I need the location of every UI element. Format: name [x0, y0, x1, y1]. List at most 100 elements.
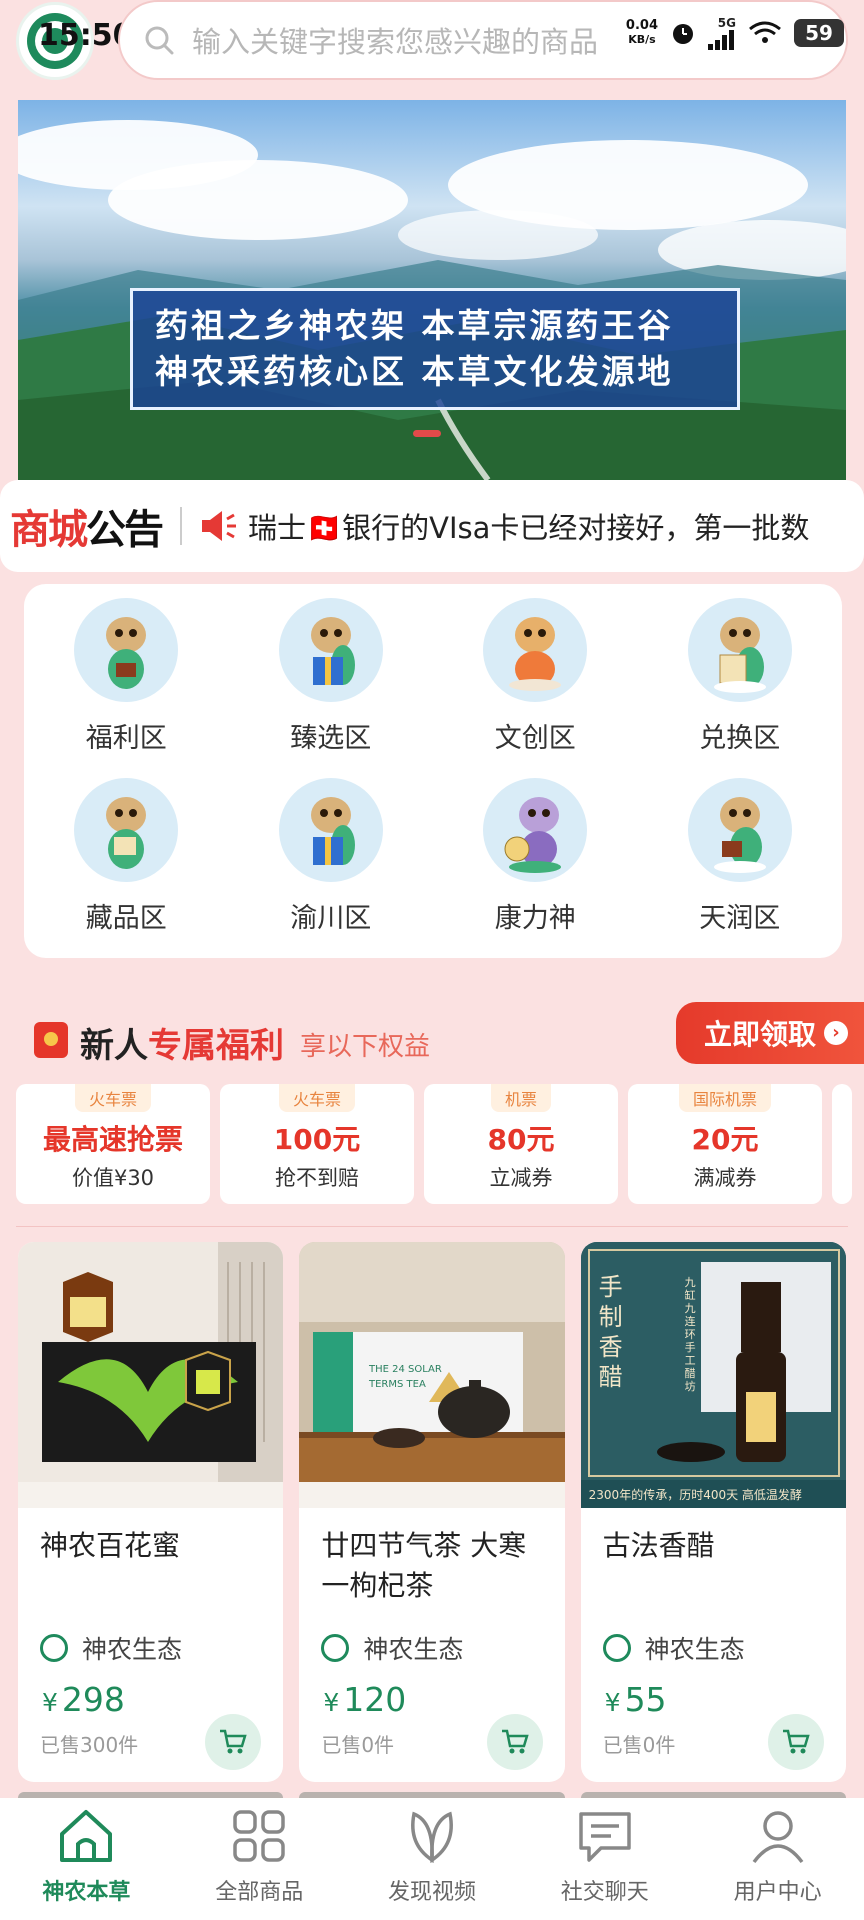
category-label: 臻选区	[290, 723, 372, 754]
add-to-cart-button[interactable]	[767, 1714, 824, 1770]
claim-now-button[interactable]: 立即领取 ›	[676, 1002, 864, 1064]
nav-label: 社交聊天	[560, 1880, 649, 1905]
coupon-tag: 机票	[490, 1084, 551, 1112]
add-to-cart-button[interactable]	[205, 1714, 262, 1770]
category-label: 福利区	[85, 723, 167, 754]
user-icon	[752, 1811, 803, 1864]
signal-indicator: 5G	[708, 16, 736, 50]
coupon-desc: 立减券	[489, 1166, 553, 1190]
speaker-icon	[202, 511, 236, 541]
coupon-card[interactable]: 国际机票 20元 满减券	[628, 1084, 822, 1204]
dragon-scroll-icon	[687, 598, 792, 702]
dragon-mascot-icon	[74, 778, 179, 882]
category-item-wenchuang[interactable]: 文创区	[433, 598, 638, 776]
nav-label: 用户中心	[733, 1880, 822, 1905]
coupon-card[interactable]: 机票 80元 立减券	[424, 1084, 618, 1204]
category-item-kanglishen[interactable]: 康力神	[433, 778, 638, 956]
product-image-vinegar: 手制香醋 九缸九连环手工醋坊 2300年的传承，历时400天 高低温发酵	[580, 1242, 846, 1508]
product-price: ¥55	[604, 1680, 667, 1719]
battery-indicator: 59	[794, 19, 844, 47]
product-name: 廿四节气茶 大寒一枸杞茶	[321, 1529, 527, 1602]
nav-item-all-products[interactable]: 全部商品	[173, 1798, 346, 1920]
dragon-gift-icon	[278, 778, 383, 882]
nav-item-social-chat[interactable]: 社交聊天	[518, 1798, 691, 1920]
leaf-icon	[411, 1811, 453, 1864]
banner-slogan-line-2: 神农采药核心区 本草文化发源地	[155, 352, 674, 391]
cart-icon	[501, 1729, 529, 1754]
search-icon	[145, 26, 174, 55]
chevron-right-icon: ›	[824, 1021, 849, 1045]
product-card[interactable]: 手制香醋 九缸九连环手工醋坊 2300年的传承，历时400天 高低温发酵 古法香…	[580, 1242, 846, 1782]
search-placeholder: 输入关键字搜索您感兴趣的商品	[192, 25, 599, 59]
notice-divider	[180, 507, 182, 545]
vinegar-brand-text: 手制香醋	[598, 1273, 623, 1391]
status-icons: 0.04 KB/s 5G 59	[626, 16, 844, 50]
coupon-value: 最高速抢票	[42, 1123, 183, 1156]
dragon-mascot-icon	[483, 598, 588, 702]
banner-page-indicator	[413, 430, 441, 437]
coupon-card[interactable]: 火车票 100元 抢不到赔	[220, 1084, 414, 1204]
gift-icon	[34, 1022, 68, 1058]
category-item-cangpin[interactable]: 藏品区	[24, 778, 229, 956]
nav-item-discover-video[interactable]: 发现视频	[346, 1798, 519, 1920]
newbie-benefits-header: 新人专属福利 享以下权益 立即领取 ›	[0, 1000, 864, 1080]
hero-banner[interactable]: 药祖之乡神农架 本草宗源药王谷 神农采药核心区 本草文化发源地	[18, 100, 846, 480]
vinegar-caption: 2300年的传承，历时400天 高低温发酵	[588, 1488, 802, 1502]
product-shop[interactable]: 神农生态	[581, 1630, 846, 1666]
nav-label: 发现视频	[387, 1880, 476, 1905]
category-item-zhenxuan[interactable]: 臻选区	[229, 598, 434, 776]
nav-item-user-center[interactable]: 用户中心	[691, 1798, 864, 1920]
coupon-tag: 火车票	[278, 1084, 355, 1112]
newbie-subtitle: 享以下权益	[300, 1032, 431, 1062]
product-image-honey	[18, 1242, 284, 1508]
product-price: ¥120	[323, 1680, 407, 1719]
newbie-title: 新人专属福利	[80, 1026, 284, 1066]
cart-icon	[782, 1729, 810, 1754]
shop-name: 神农生态	[363, 1635, 464, 1664]
dragon-clock-icon	[483, 778, 588, 882]
product-sold-count: 已售0件	[321, 1733, 395, 1757]
product-name: 古法香醋	[602, 1529, 715, 1562]
nav-item-home[interactable]: 神农本草	[0, 1798, 173, 1920]
coupon-list: 火车票 最高速抢票 价值¥30 火车票 100元 抢不到赔 机票 80元 立减券…	[16, 1084, 864, 1204]
product-card[interactable]: THE 24 SOLAR TERMS TEA 廿四节气茶 大寒一枸杞茶 神农生态…	[299, 1242, 565, 1782]
category-label: 渝川区	[290, 903, 372, 934]
mall-notice-bar[interactable]: 商城公告 瑞士🇨🇭银行的VIsa卡已经对接好，第一批数	[0, 480, 864, 572]
notice-scroll-text: 瑞士🇨🇭银行的VIsa卡已经对接好，第一批数	[248, 511, 810, 545]
grid-icon	[233, 1810, 285, 1862]
category-item-tianrun[interactable]: 天润区	[638, 778, 843, 956]
coupon-desc: 抢不到赔	[275, 1166, 359, 1190]
dragon-gift-icon	[278, 598, 383, 702]
coupon-value: 80元	[487, 1123, 555, 1156]
category-label: 藏品区	[85, 903, 167, 934]
category-label: 兑换区	[699, 723, 781, 754]
bottom-nav: 神农本草 全部商品 发现视频 社交聊天 用户中心	[0, 1798, 864, 1920]
product-price: ¥298	[42, 1680, 125, 1719]
category-item-duihuan[interactable]: 兑换区	[638, 598, 843, 776]
banner-slogan-box: 药祖之乡神农架 本草宗源药王谷 神农采药核心区 本草文化发源地	[130, 288, 740, 410]
coupon-card[interactable]: 火车票 最高速抢票 价值¥30	[16, 1084, 210, 1204]
product-shop[interactable]: 神农生态	[18, 1630, 283, 1666]
vinegar-vertical-text: 九缸九连环手工醋坊	[684, 1276, 696, 1393]
product-shop[interactable]: 神农生态	[299, 1630, 564, 1666]
category-label: 天润区	[699, 903, 781, 934]
category-label: 文创区	[494, 723, 576, 754]
home-icon	[60, 1810, 113, 1862]
product-sold-count: 已售0件	[602, 1733, 676, 1757]
add-to-cart-button[interactable]	[486, 1714, 543, 1770]
coupon-tag: 国际机票	[678, 1084, 771, 1112]
notice-title: 商城公告	[10, 507, 164, 553]
product-image-tea: THE 24 SOLAR TERMS TEA	[299, 1242, 565, 1508]
category-item-yuchuan[interactable]: 渝川区	[229, 778, 434, 956]
category-grid: 福利区 臻选区 文创区 兑换区 藏品区 渝川区 康力神 天润区	[24, 584, 842, 958]
dragon-mascot-icon	[687, 778, 792, 882]
product-card[interactable]: 神农百花蜜 神农生态 ¥298 已售300件	[18, 1242, 284, 1782]
chat-icon	[579, 1812, 631, 1862]
shop-logo-icon	[602, 1634, 631, 1662]
category-item-fuli[interactable]: 福利区	[24, 598, 229, 776]
svg-text:TERMS TEA: TERMS TEA	[368, 1379, 426, 1390]
product-name: 神农百花蜜	[40, 1529, 181, 1562]
signal-icon	[708, 30, 734, 50]
dragon-mascot-icon	[74, 598, 179, 702]
coupon-card-partial[interactable]	[832, 1084, 852, 1204]
